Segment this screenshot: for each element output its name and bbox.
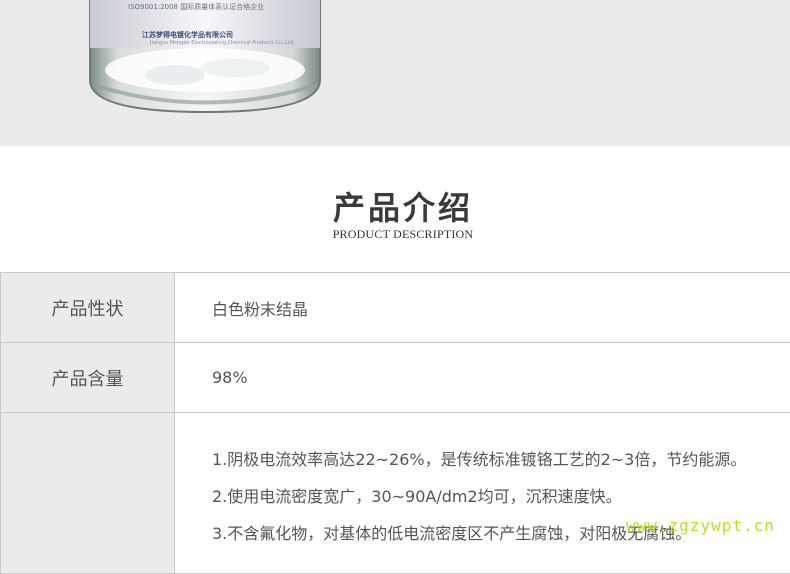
feature-item: 3.不含氟化物，对基体的低电流密度区不产生腐蚀，对阳极无腐蚀。 [212,524,692,543]
site-watermark: www.zgzywpt.cn [626,516,775,535]
row-value-appearance: 白色粉末结晶 [212,299,309,319]
product-jar-image [89,0,321,114]
feature-item: 2.使用电流密度宽广，30~90A/dm2均可，沉积速度快。 [212,487,622,506]
feature-item: 1.阴极电流效率高达22~26%，是传统标准镀铬工艺的2~3倍，节约能源。 [212,450,747,469]
row-label-appearance: 产品性状 [0,273,175,342]
table-row: 产品性状 白色粉末结晶 [0,273,790,343]
row-label-content: 产品含量 [0,343,175,412]
table-row: 产品含量 98% [0,343,790,413]
row-value-content: 98% [212,368,248,387]
company-name-en: Jiangsu Mengde Electroplating Chemical P… [150,40,295,46]
product-image-banner: ISO9001:2008 国际质量体系认证合格企业 江苏梦得电镀化学品有限公司 … [0,0,790,146]
section-title: 产品介绍 [332,189,473,227]
row-label-features [0,413,175,573]
company-name-cn: 江苏梦得电镀化学品有限公司 [142,31,233,39]
row-value-features: 1.阴极电流效率高达22~26%，是传统标准镀铬工艺的2~3倍，节约能源。 2.… [175,413,790,573]
iso-certification-text: ISO9001:2008 国际质量体系认证合格企业 [128,3,265,11]
section-subtitle: PRODUCT DESCRIPTION [332,227,474,241]
